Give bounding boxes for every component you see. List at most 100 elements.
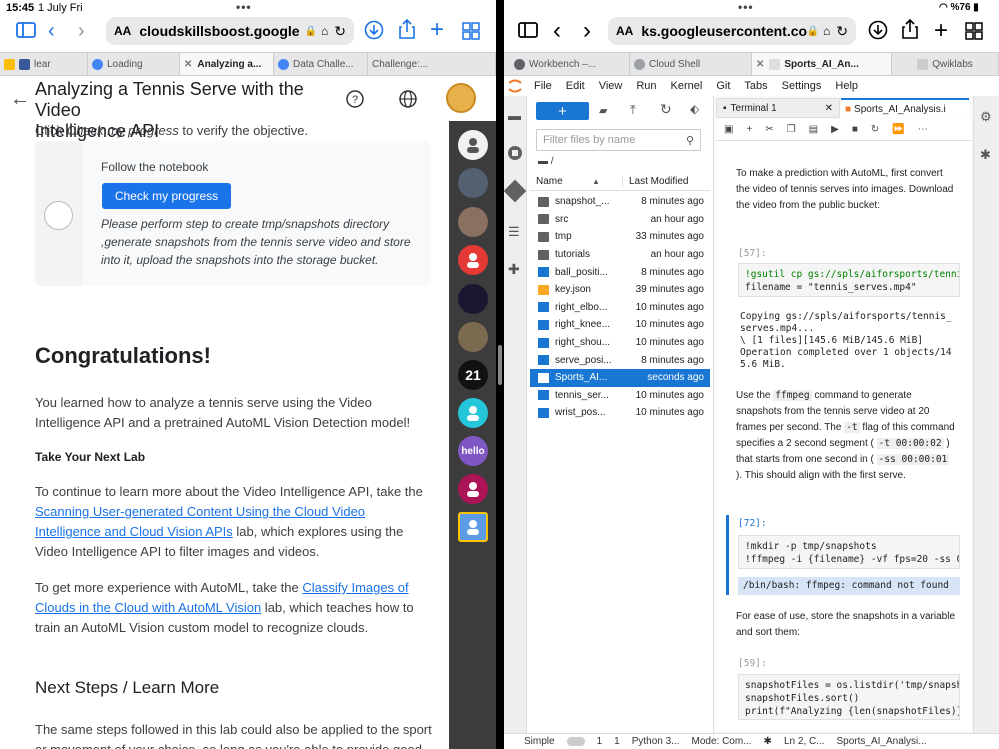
code-cell-59[interactable]: snapshotFiles = os.listdir('tmp/snapsh s… [738, 674, 960, 720]
participant-avatar[interactable] [458, 512, 488, 542]
kernel-status[interactable]: Python 3... [632, 736, 680, 747]
save-icon[interactable]: ▣ [724, 124, 733, 135]
forward-icon[interactable]: › [78, 21, 85, 41]
running-sessions-icon[interactable] [508, 146, 522, 160]
menu-file[interactable]: File [534, 80, 552, 92]
doc-tab-terminal[interactable]: ▪ Terminal 1 ✕ [716, 98, 840, 118]
help-icon[interactable]: ? [346, 90, 364, 113]
file-row[interactable]: right_shou... 10 minutes ago [530, 334, 710, 352]
file-row[interactable]: wrist_pos... 10 minutes ago [530, 404, 710, 422]
menu-tabs[interactable]: Tabs [744, 80, 767, 92]
file-row[interactable]: tennis_ser... 10 minutes ago [530, 387, 710, 405]
breadcrumb[interactable]: ▬ / [538, 156, 554, 167]
refresh-icon[interactable]: ↻ [660, 101, 672, 118]
extension-icon[interactable]: ⌂ [321, 24, 328, 38]
code-cell-72[interactable]: !mkdir -p tmp/snapshots !ffmpeg -i {file… [738, 535, 960, 569]
participant-avatar[interactable] [458, 398, 488, 428]
participant-avatar[interactable] [458, 168, 488, 198]
new-launcher-button[interactable]: + [536, 102, 589, 120]
back-icon[interactable]: ‹ [553, 17, 561, 45]
git-clone-icon[interactable]: ⬖ [690, 102, 699, 116]
reload-icon[interactable]: ↻ [836, 23, 848, 40]
back-icon[interactable]: ‹ [48, 21, 55, 41]
folder-browser-icon[interactable]: ▬ [508, 108, 521, 123]
menu-edit[interactable]: Edit [566, 80, 585, 92]
back-arrow-icon[interactable]: ← [10, 88, 30, 111]
file-row[interactable]: key.json 39 minutes ago [530, 281, 710, 299]
menu-run[interactable]: Run [636, 80, 656, 92]
tab-sports-ai[interactable]: ✕ Sports_AI_An... [752, 53, 892, 75]
tab-overview-icon[interactable] [965, 22, 983, 45]
split-view-divider[interactable] [496, 0, 504, 749]
participant-avatar[interactable] [458, 245, 488, 275]
close-tab-icon[interactable]: ✕ [184, 59, 192, 70]
url-bar[interactable]: AA ks.googleusercontent.com 🔒 ⌂ ↻ [608, 17, 856, 45]
file-row[interactable]: tmp 33 minutes ago [530, 228, 710, 246]
language-globe-icon[interactable] [399, 90, 417, 113]
close-tab-icon[interactable]: ✕ [756, 59, 764, 70]
file-row[interactable]: right_knee... 10 minutes ago [530, 316, 710, 334]
stop-icon[interactable]: ■ [852, 124, 858, 135]
terminal-count[interactable]: 1 [597, 736, 603, 747]
code-cell-57[interactable]: !gsutil cp gs://spls/aiforsports/tennis_… [738, 263, 960, 297]
check-my-progress-button[interactable]: Check my progress [102, 183, 231, 209]
menu-git[interactable]: Git [716, 80, 730, 92]
reload-icon[interactable]: ↻ [334, 23, 346, 40]
participant-avatar[interactable] [458, 322, 488, 352]
column-last-modified[interactable]: Last Modified [622, 176, 710, 187]
file-filter-input[interactable]: Filter files by name ⚲ [536, 129, 701, 151]
column-name[interactable]: Name [536, 176, 592, 187]
new-folder-icon[interactable]: ▰ [599, 104, 607, 117]
download-icon[interactable] [868, 20, 888, 45]
property-inspector-icon[interactable]: ⚙ [980, 109, 992, 125]
tab-data-challenge[interactable]: Data Challe... [274, 53, 368, 75]
url-bar[interactable]: AA cloudskillsboost.google 🔒 ⌂ ↻ [106, 17, 354, 45]
forward-icon[interactable]: › [583, 17, 591, 45]
file-row[interactable]: Sports_AI... seconds ago [530, 369, 710, 387]
tab-challenge[interactable]: Challenge:... [368, 53, 496, 75]
tab-cloud-shell[interactable]: Cloud Shell [630, 53, 752, 75]
download-icon[interactable] [364, 20, 384, 45]
tab-lear[interactable]: lear [0, 53, 88, 75]
new-tab-icon[interactable]: + [934, 17, 948, 45]
run-icon[interactable]: ▶ [831, 124, 839, 135]
extension-manager-icon[interactable]: ✚ [508, 261, 520, 278]
multitasking-dots-icon[interactable]: ••• [738, 0, 754, 14]
file-row[interactable]: src an hour ago [530, 211, 710, 229]
user-avatar[interactable] [446, 83, 476, 113]
tab-qwiklabs[interactable]: Qwiklabs [892, 53, 999, 75]
reader-icon[interactable]: AA [114, 24, 131, 38]
insert-cell-icon[interactable]: + [746, 124, 752, 135]
bug-icon[interactable]: ✱ [764, 736, 772, 747]
share-icon[interactable] [901, 18, 919, 45]
restart-icon[interactable]: ↻ [871, 124, 879, 135]
participant-avatar[interactable]: 21 [458, 360, 488, 390]
participant-avatar[interactable] [458, 284, 488, 314]
tab-analyzing[interactable]: ✕ Analyzing a... [180, 53, 274, 75]
sidebar-toggle-icon[interactable] [518, 22, 538, 43]
paste-icon[interactable]: ▤ [809, 124, 818, 135]
new-tab-icon[interactable]: + [430, 18, 444, 42]
simple-mode-toggle[interactable] [566, 737, 585, 746]
tab-workbench[interactable]: Workbench –... [504, 53, 630, 75]
table-of-contents-icon[interactable]: ☰ [508, 224, 520, 240]
menu-kernel[interactable]: Kernel [671, 80, 703, 92]
upload-icon[interactable]: ⤒ [630, 102, 636, 118]
participant-avatar[interactable] [458, 130, 488, 160]
participant-avatar[interactable] [458, 207, 488, 237]
reader-icon[interactable]: AA [616, 24, 633, 38]
kernel-count[interactable]: 1 [614, 736, 620, 747]
participant-avatar[interactable]: hello [458, 436, 488, 466]
multitasking-dots-icon[interactable]: ••• [236, 0, 252, 14]
close-icon[interactable]: ✕ [825, 103, 833, 114]
tab-overview-icon[interactable] [462, 22, 480, 45]
file-row[interactable]: ball_positi... 8 minutes ago [530, 263, 710, 281]
copy-icon[interactable]: ❐ [787, 124, 796, 135]
cut-icon[interactable]: ✂ [765, 124, 773, 135]
extension-icon[interactable]: ⌂ [823, 24, 830, 38]
menu-help[interactable]: Help [835, 80, 858, 92]
participant-avatar[interactable] [458, 474, 488, 504]
menu-settings[interactable]: Settings [782, 80, 822, 92]
more-icon[interactable]: ⋯ [918, 124, 928, 135]
doc-tab-notebook[interactable]: ■ Sports_AI_Analysis.i [841, 98, 969, 118]
